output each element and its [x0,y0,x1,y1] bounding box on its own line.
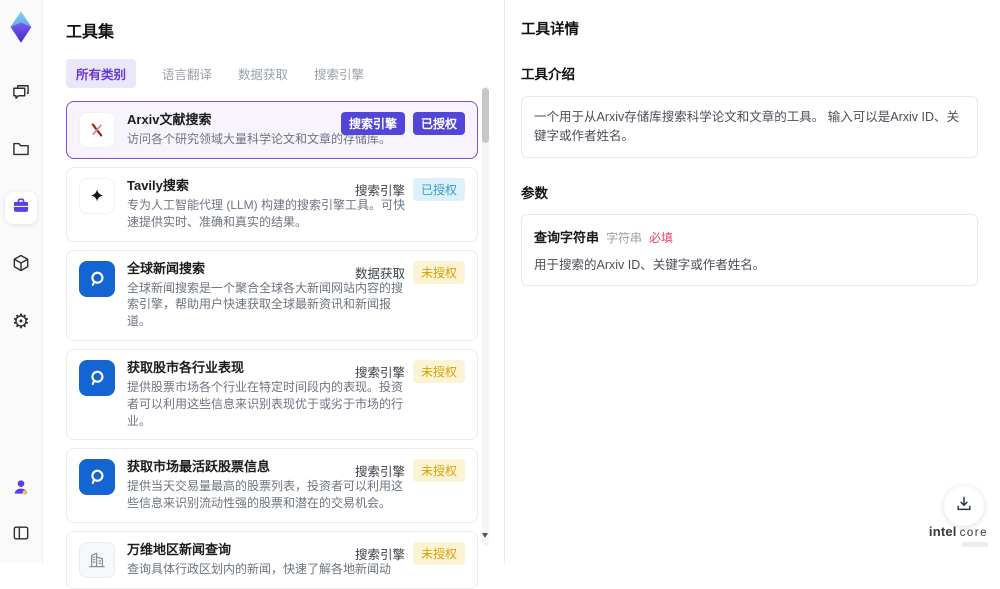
auth-status-badge: 未授权 [412,459,465,483]
user-avatar[interactable] [5,473,37,505]
tool-description: 专为人工智能代理 (LLM) 构建的搜索引擎工具。可快速提供实时、准确和真实的结… [127,198,406,229]
tool-card-global-news[interactable]: 全球新闻搜索 全球新闻搜索是一个聚合全球各大新闻网站内容的搜索引擎，帮助用户快速… [66,249,478,341]
parameter-type: 字符串 [606,230,643,245]
chat-icon [11,82,31,107]
auth-status-badge: 已授权 [412,112,465,135]
tool-description: 全球新闻搜索是一个聚合全球各大新闻网站内容的搜索引擎，帮助用户快速获取全球最新资… [127,280,404,329]
category-label: 搜索引擎 [354,184,405,198]
parameter-description: 用于搜索的Arxiv ID、关键字或作者姓名。 [534,257,766,272]
category-label: 搜索引擎 [354,547,405,562]
sparkle-icon: ✦ [79,178,115,214]
auth-status-badge: 未授权 [412,359,465,383]
sidebar-item-settings[interactable]: ⚙ [5,306,37,338]
tool-card-region-news[interactable]: 万维地区新闻查询 查询具体行政区划内的新闻，快速了解各地新闻动 搜索引擎 未授权 [66,530,478,589]
tool-card-active-stocks[interactable]: 获取市场最活跃股票信息 提供当天交易量最高的股票列表，投资者可以利用这些信息来识… [66,448,478,523]
global-news-icon [79,260,115,297]
tab-language-translation[interactable]: 语言翻译 [162,59,212,88]
tool-intro-text: 一个用于从Arxiv存储库搜索科学论文和文章的工具。 输入可以是Arxiv ID… [534,110,960,143]
brand-core-text: core [959,527,988,539]
user-icon [11,477,31,502]
region-news-icon [79,541,115,578]
category-tabs: 所有类别 语言翻译 数据获取 搜索引擎 [66,59,502,88]
scrollbar-thumb[interactable] [482,88,489,143]
sidebar-item-folders[interactable] [5,135,37,167]
sidebar-item-chat[interactable] [5,78,37,110]
stock-sector-icon [79,359,115,396]
parameter-card: 查询字符串 字符串 必填 用于搜索的Arxiv ID、关键字或作者姓名。 [521,213,978,286]
app-sidebar: ⚙ [0,0,43,563]
sidebar-collapse-button[interactable] [5,519,37,551]
package-icon [11,253,31,278]
tool-card-arxiv[interactable]: Arxiv文献搜索 访问各个研究领域大量科学论文和文章的存储库。 搜索引擎 已授… [66,101,478,159]
sidebar-item-packages[interactable] [5,249,37,281]
category-label: 搜索引擎 [354,465,405,480]
download-button[interactable] [944,486,984,526]
tool-card-stock-sectors[interactable]: 获取股市各行业表现 提供股票市场各个行业在特定时间段内的表现。投资者可以利用这些… [66,348,478,441]
page-title: 工具集 [66,24,115,41]
brand-subtext-mark [962,542,988,547]
download-icon [954,494,974,519]
category-badge: 搜索引擎 [340,112,405,135]
auth-status-badge: 未授权 [412,541,465,565]
panel-toggle-icon [11,523,31,548]
tab-data-fetch[interactable]: 数据获取 [238,59,288,88]
tools-panel: 工具集 所有类别 语言翻译 数据获取 搜索引擎 Arxiv文献搜索 访问各个研究… [44,0,502,589]
tab-all-categories[interactable]: 所有类别 [66,59,137,88]
arxiv-icon [79,112,115,148]
tool-description: 提供股票市场各个行业在特定时间段内的表现。投资者可以利用这些信息来识别表现优于或… [127,379,404,428]
tool-description: 提供当天交易量最高的股票列表，投资者可以利用这些信息来识别流动性强的股票和潜在的… [127,479,404,511]
tool-list: Arxiv文献搜索 访问各个研究领域大量科学论文和文章的存储库。 搜索引擎 已授… [66,101,478,589]
tab-search-engine[interactable]: 搜索引擎 [314,59,364,88]
brand-intel-text: intel [928,524,957,539]
briefcase-icon [11,196,31,221]
active-stocks-icon [79,459,115,496]
parameter-required-flag: 必填 [649,230,674,245]
intel-core-logo: intel core [926,524,988,547]
parameter-name: 查询字符串 [534,229,600,245]
gear-icon: ⚙ [12,311,30,333]
params-section-title: 参数 [521,185,548,201]
scrollbar-down-arrow-icon[interactable] [482,533,488,538]
tool-card-tavily[interactable]: ✦ Tavily搜索 专为人工智能代理 (LLM) 构建的搜索引擎工具。可快速提… [66,167,478,242]
category-label: 搜索引擎 [354,365,405,380]
details-title: 工具详情 [521,22,579,38]
category-label: 数据获取 [354,266,405,281]
tool-list-scrollbar[interactable] [482,86,489,546]
tool-details-panel: 工具详情 工具介绍 一个用于从Arxiv存储库搜索科学论文和文章的工具。 输入可… [504,0,1000,563]
auth-status-badge: 未授权 [412,260,465,284]
tool-intro-box: 一个用于从Arxiv存储库搜索科学论文和文章的工具。 输入可以是Arxiv ID… [521,96,978,158]
app-logo [5,10,37,44]
auth-status-badge: 已授权 [412,178,465,201]
intro-section-title: 工具介绍 [521,67,575,82]
folder-icon [11,139,31,164]
sidebar-item-tools[interactable] [5,192,37,224]
